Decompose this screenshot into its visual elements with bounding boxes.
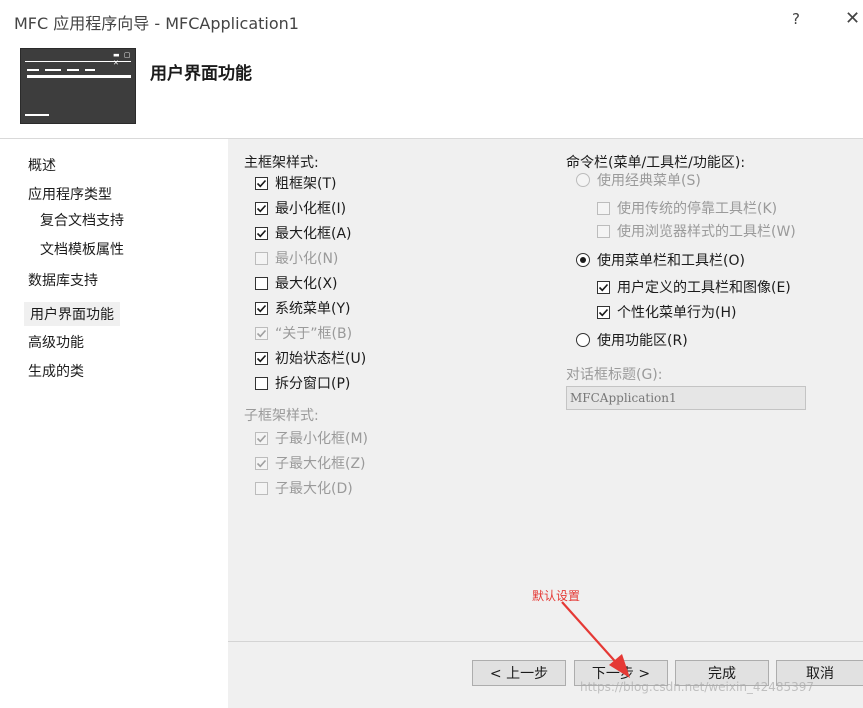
option-label: 使用浏览器样式的工具栏(W) <box>617 224 796 240</box>
prev-button[interactable]: < 上一步 <box>472 660 566 686</box>
checkbox[interactable] <box>255 481 268 495</box>
help-icon[interactable]: ? <box>792 10 800 28</box>
option-label: 最大化框(A) <box>275 226 352 242</box>
dialog-caption-label: 对话框标题(G): <box>566 367 663 383</box>
nav-item-database[interactable]: 数据库支持 <box>28 270 98 290</box>
checkbox[interactable] <box>255 176 268 190</box>
nav-item-ui-features[interactable]: 用户界面功能 <box>24 302 120 326</box>
checkbox[interactable] <box>255 276 268 290</box>
watermark: https://blog.csdn.net/weixin_42485397 <box>580 680 815 694</box>
nav-item-overview[interactable]: 概述 <box>28 155 56 175</box>
checkbox[interactable] <box>597 280 610 294</box>
command-bar-group-title: 命令栏(菜单/工具栏/功能区): <box>566 155 746 171</box>
checkbox[interactable] <box>597 305 610 319</box>
checkbox[interactable] <box>597 224 610 238</box>
option-label: 用户定义的工具栏和图像(E) <box>617 280 791 296</box>
option-child-maximized[interactable]: 子最大化(D) <box>255 478 353 498</box>
option-label: 拆分窗口(P) <box>275 376 351 392</box>
option-status-bar[interactable]: 初始状态栏(U) <box>255 348 366 368</box>
checkbox[interactable] <box>255 351 268 365</box>
main-frame-group-title: 主框架样式: <box>244 155 319 171</box>
option-child-maximize-box[interactable]: 子最大化框(Z) <box>255 453 366 473</box>
checkbox[interactable] <box>255 201 268 215</box>
option-minimize-box[interactable]: 最小化框(I) <box>255 198 346 218</box>
checkbox[interactable] <box>255 251 268 265</box>
title-bar: MFC 应用程序向导 - MFCApplication1 ? ✕ <box>0 0 863 40</box>
option-label: 子最大化框(Z) <box>275 456 366 472</box>
checkbox[interactable] <box>255 326 268 340</box>
option-thick-frame[interactable]: 粗框架(T) <box>255 173 336 193</box>
option-system-menu[interactable]: 系统菜单(Y) <box>255 298 350 318</box>
close-icon[interactable]: ✕ <box>845 8 860 29</box>
option-child-minimize-box[interactable]: 子最小化框(M) <box>255 428 368 448</box>
option-label: 初始状态栏(U) <box>275 351 367 367</box>
checkbox[interactable] <box>597 201 610 215</box>
option-label: “关于”框(B) <box>275 326 353 342</box>
option-maximize-box[interactable]: 最大化框(A) <box>255 223 352 243</box>
dialog-caption-input[interactable]: MFCApplication1 <box>566 386 806 410</box>
radio-button[interactable] <box>576 253 590 267</box>
radio-ribbon[interactable]: 使用功能区(R) <box>576 330 688 350</box>
wizard-header: ▬ ▢ ✕ 用户界面功能 <box>0 40 863 138</box>
option-label: 使用菜单栏和工具栏(O) <box>597 253 745 269</box>
option-label: 最大化(X) <box>275 276 338 292</box>
checkbox[interactable] <box>255 376 268 390</box>
option-split-window[interactable]: 拆分窗口(P) <box>255 373 350 393</box>
option-browser-style-toolbar[interactable]: 使用浏览器样式的工具栏(W) <box>597 221 796 241</box>
option-user-toolbars-images[interactable]: 用户定义的工具栏和图像(E) <box>597 277 791 297</box>
radio-button[interactable] <box>576 333 590 347</box>
checkbox[interactable] <box>255 226 268 240</box>
radio-classic-menu[interactable]: 使用经典菜单(S) <box>576 170 701 190</box>
nav-item-generated-classes[interactable]: 生成的类 <box>28 361 84 381</box>
nav-item-advanced[interactable]: 高级功能 <box>28 332 84 352</box>
option-label: 使用传统的停靠工具栏(K) <box>617 201 778 217</box>
nav-item-compound-doc[interactable]: 复合文档支持 <box>40 210 124 230</box>
checkbox[interactable] <box>255 431 268 445</box>
option-personalized-menu[interactable]: 个性化菜单行为(H) <box>597 302 736 322</box>
page-title: 用户界面功能 <box>150 64 252 84</box>
window-title: MFC 应用程序向导 - MFCApplication1 <box>14 14 299 33</box>
nav-item-app-type[interactable]: 应用程序类型 <box>28 184 112 204</box>
option-maximized[interactable]: 最大化(X) <box>255 273 338 293</box>
option-label: 子最小化框(M) <box>275 431 369 447</box>
option-label: 个性化菜单行为(H) <box>617 305 737 321</box>
option-label: 子最大化(D) <box>275 481 353 497</box>
annotation-label: 默认设置 <box>532 589 581 603</box>
option-label: 粗框架(T) <box>275 176 337 192</box>
child-frame-group-title: 子框架样式: <box>244 408 319 424</box>
option-label: 最小化(N) <box>275 251 339 267</box>
option-label: 系统菜单(Y) <box>275 301 351 317</box>
option-about-box[interactable]: “关于”框(B) <box>255 323 352 343</box>
window-preview-icon: ▬ ▢ ✕ <box>20 48 136 124</box>
checkbox[interactable] <box>255 456 268 470</box>
option-legacy-docking-toolbar[interactable]: 使用传统的停靠工具栏(K) <box>597 198 777 218</box>
radio-button[interactable] <box>576 173 590 187</box>
radio-menubar-toolbar[interactable]: 使用菜单栏和工具栏(O) <box>576 250 745 270</box>
checkbox[interactable] <box>255 301 268 315</box>
option-label: 使用经典菜单(S) <box>597 173 701 189</box>
nav-item-doc-template[interactable]: 文档模板属性 <box>40 239 124 259</box>
option-minimized[interactable]: 最小化(N) <box>255 248 338 268</box>
option-label: 使用功能区(R) <box>597 333 688 349</box>
option-label: 最小化框(I) <box>275 201 347 217</box>
